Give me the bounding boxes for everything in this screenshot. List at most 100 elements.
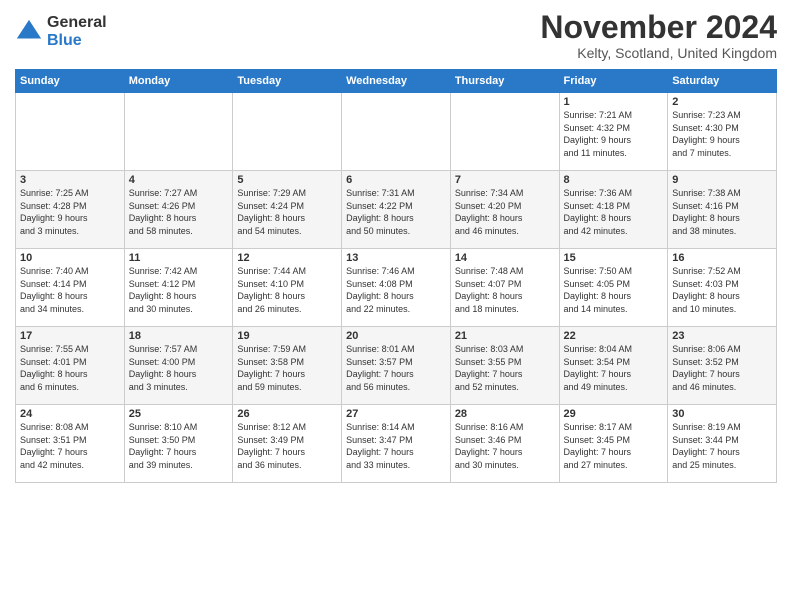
calendar-cell: 28Sunrise: 8:16 AM Sunset: 3:46 PM Dayli… bbox=[450, 405, 559, 483]
day-number: 11 bbox=[129, 252, 229, 264]
logo-icon bbox=[15, 18, 43, 46]
day-info: Sunrise: 7:44 AM Sunset: 4:10 PM Dayligh… bbox=[237, 265, 337, 315]
header: General Blue November 2024 Kelty, Scotla… bbox=[15, 10, 777, 61]
calendar-day-header: Tuesday bbox=[233, 70, 342, 93]
month-title: November 2024 bbox=[540, 10, 777, 45]
day-info: Sunrise: 8:10 AM Sunset: 3:50 PM Dayligh… bbox=[129, 421, 229, 471]
calendar-cell: 18Sunrise: 7:57 AM Sunset: 4:00 PM Dayli… bbox=[124, 327, 233, 405]
day-number: 29 bbox=[564, 408, 664, 420]
calendar-cell: 12Sunrise: 7:44 AM Sunset: 4:10 PM Dayli… bbox=[233, 249, 342, 327]
day-info: Sunrise: 8:14 AM Sunset: 3:47 PM Dayligh… bbox=[346, 421, 446, 471]
calendar-cell: 20Sunrise: 8:01 AM Sunset: 3:57 PM Dayli… bbox=[342, 327, 451, 405]
day-info: Sunrise: 8:04 AM Sunset: 3:54 PM Dayligh… bbox=[564, 343, 664, 393]
day-info: Sunrise: 7:25 AM Sunset: 4:28 PM Dayligh… bbox=[20, 187, 120, 237]
day-info: Sunrise: 7:23 AM Sunset: 4:30 PM Dayligh… bbox=[672, 109, 772, 159]
calendar-week-row: 17Sunrise: 7:55 AM Sunset: 4:01 PM Dayli… bbox=[16, 327, 777, 405]
calendar-day-header: Friday bbox=[559, 70, 668, 93]
day-number: 26 bbox=[237, 408, 337, 420]
calendar-cell: 10Sunrise: 7:40 AM Sunset: 4:14 PM Dayli… bbox=[16, 249, 125, 327]
calendar-week-row: 24Sunrise: 8:08 AM Sunset: 3:51 PM Dayli… bbox=[16, 405, 777, 483]
day-number: 24 bbox=[20, 408, 120, 420]
day-info: Sunrise: 8:01 AM Sunset: 3:57 PM Dayligh… bbox=[346, 343, 446, 393]
day-info: Sunrise: 7:21 AM Sunset: 4:32 PM Dayligh… bbox=[564, 109, 664, 159]
calendar-cell: 9Sunrise: 7:38 AM Sunset: 4:16 PM Daylig… bbox=[668, 171, 777, 249]
day-info: Sunrise: 8:16 AM Sunset: 3:46 PM Dayligh… bbox=[455, 421, 555, 471]
calendar-cell: 24Sunrise: 8:08 AM Sunset: 3:51 PM Dayli… bbox=[16, 405, 125, 483]
calendar-cell: 27Sunrise: 8:14 AM Sunset: 3:47 PM Dayli… bbox=[342, 405, 451, 483]
day-info: Sunrise: 8:03 AM Sunset: 3:55 PM Dayligh… bbox=[455, 343, 555, 393]
day-number: 10 bbox=[20, 252, 120, 264]
calendar-cell bbox=[450, 93, 559, 171]
calendar-cell: 4Sunrise: 7:27 AM Sunset: 4:26 PM Daylig… bbox=[124, 171, 233, 249]
calendar-cell: 1Sunrise: 7:21 AM Sunset: 4:32 PM Daylig… bbox=[559, 93, 668, 171]
day-info: Sunrise: 7:57 AM Sunset: 4:00 PM Dayligh… bbox=[129, 343, 229, 393]
day-info: Sunrise: 7:31 AM Sunset: 4:22 PM Dayligh… bbox=[346, 187, 446, 237]
calendar-cell: 22Sunrise: 8:04 AM Sunset: 3:54 PM Dayli… bbox=[559, 327, 668, 405]
day-info: Sunrise: 8:17 AM Sunset: 3:45 PM Dayligh… bbox=[564, 421, 664, 471]
calendar-cell: 26Sunrise: 8:12 AM Sunset: 3:49 PM Dayli… bbox=[233, 405, 342, 483]
logo-text: General Blue bbox=[47, 14, 107, 49]
day-number: 9 bbox=[672, 174, 772, 186]
day-number: 12 bbox=[237, 252, 337, 264]
calendar-cell: 7Sunrise: 7:34 AM Sunset: 4:20 PM Daylig… bbox=[450, 171, 559, 249]
day-info: Sunrise: 7:27 AM Sunset: 4:26 PM Dayligh… bbox=[129, 187, 229, 237]
calendar-week-row: 1Sunrise: 7:21 AM Sunset: 4:32 PM Daylig… bbox=[16, 93, 777, 171]
logo-blue-text: Blue bbox=[47, 32, 107, 50]
day-number: 20 bbox=[346, 330, 446, 342]
calendar-cell bbox=[124, 93, 233, 171]
day-number: 7 bbox=[455, 174, 555, 186]
day-info: Sunrise: 8:12 AM Sunset: 3:49 PM Dayligh… bbox=[237, 421, 337, 471]
day-number: 30 bbox=[672, 408, 772, 420]
day-info: Sunrise: 7:59 AM Sunset: 3:58 PM Dayligh… bbox=[237, 343, 337, 393]
calendar-cell: 29Sunrise: 8:17 AM Sunset: 3:45 PM Dayli… bbox=[559, 405, 668, 483]
calendar-cell: 3Sunrise: 7:25 AM Sunset: 4:28 PM Daylig… bbox=[16, 171, 125, 249]
day-number: 22 bbox=[564, 330, 664, 342]
day-number: 17 bbox=[20, 330, 120, 342]
calendar-day-header: Thursday bbox=[450, 70, 559, 93]
logo-general-text: General bbox=[47, 14, 107, 32]
calendar-cell bbox=[16, 93, 125, 171]
day-info: Sunrise: 7:40 AM Sunset: 4:14 PM Dayligh… bbox=[20, 265, 120, 315]
day-number: 14 bbox=[455, 252, 555, 264]
title-block: November 2024 Kelty, Scotland, United Ki… bbox=[540, 10, 777, 61]
day-number: 13 bbox=[346, 252, 446, 264]
day-number: 18 bbox=[129, 330, 229, 342]
day-number: 27 bbox=[346, 408, 446, 420]
calendar-cell: 17Sunrise: 7:55 AM Sunset: 4:01 PM Dayli… bbox=[16, 327, 125, 405]
calendar-cell: 23Sunrise: 8:06 AM Sunset: 3:52 PM Dayli… bbox=[668, 327, 777, 405]
calendar-week-row: 3Sunrise: 7:25 AM Sunset: 4:28 PM Daylig… bbox=[16, 171, 777, 249]
day-info: Sunrise: 7:29 AM Sunset: 4:24 PM Dayligh… bbox=[237, 187, 337, 237]
calendar-cell bbox=[342, 93, 451, 171]
day-number: 3 bbox=[20, 174, 120, 186]
calendar-cell: 30Sunrise: 8:19 AM Sunset: 3:44 PM Dayli… bbox=[668, 405, 777, 483]
day-number: 15 bbox=[564, 252, 664, 264]
day-number: 16 bbox=[672, 252, 772, 264]
day-number: 5 bbox=[237, 174, 337, 186]
calendar-cell: 6Sunrise: 7:31 AM Sunset: 4:22 PM Daylig… bbox=[342, 171, 451, 249]
day-number: 28 bbox=[455, 408, 555, 420]
calendar-cell: 5Sunrise: 7:29 AM Sunset: 4:24 PM Daylig… bbox=[233, 171, 342, 249]
calendar-cell: 16Sunrise: 7:52 AM Sunset: 4:03 PM Dayli… bbox=[668, 249, 777, 327]
day-info: Sunrise: 8:06 AM Sunset: 3:52 PM Dayligh… bbox=[672, 343, 772, 393]
day-number: 6 bbox=[346, 174, 446, 186]
day-number: 21 bbox=[455, 330, 555, 342]
day-info: Sunrise: 7:36 AM Sunset: 4:18 PM Dayligh… bbox=[564, 187, 664, 237]
location: Kelty, Scotland, United Kingdom bbox=[540, 45, 777, 61]
day-info: Sunrise: 7:46 AM Sunset: 4:08 PM Dayligh… bbox=[346, 265, 446, 315]
calendar-day-header: Wednesday bbox=[342, 70, 451, 93]
day-info: Sunrise: 8:08 AM Sunset: 3:51 PM Dayligh… bbox=[20, 421, 120, 471]
calendar-cell: 13Sunrise: 7:46 AM Sunset: 4:08 PM Dayli… bbox=[342, 249, 451, 327]
calendar-cell: 11Sunrise: 7:42 AM Sunset: 4:12 PM Dayli… bbox=[124, 249, 233, 327]
calendar-header-row: SundayMondayTuesdayWednesdayThursdayFrid… bbox=[16, 70, 777, 93]
day-info: Sunrise: 7:50 AM Sunset: 4:05 PM Dayligh… bbox=[564, 265, 664, 315]
calendar-cell: 21Sunrise: 8:03 AM Sunset: 3:55 PM Dayli… bbox=[450, 327, 559, 405]
day-info: Sunrise: 7:52 AM Sunset: 4:03 PM Dayligh… bbox=[672, 265, 772, 315]
day-info: Sunrise: 7:38 AM Sunset: 4:16 PM Dayligh… bbox=[672, 187, 772, 237]
calendar-cell: 19Sunrise: 7:59 AM Sunset: 3:58 PM Dayli… bbox=[233, 327, 342, 405]
day-number: 23 bbox=[672, 330, 772, 342]
calendar-day-header: Monday bbox=[124, 70, 233, 93]
day-info: Sunrise: 7:55 AM Sunset: 4:01 PM Dayligh… bbox=[20, 343, 120, 393]
calendar-cell: 8Sunrise: 7:36 AM Sunset: 4:18 PM Daylig… bbox=[559, 171, 668, 249]
calendar-cell: 2Sunrise: 7:23 AM Sunset: 4:30 PM Daylig… bbox=[668, 93, 777, 171]
day-number: 8 bbox=[564, 174, 664, 186]
